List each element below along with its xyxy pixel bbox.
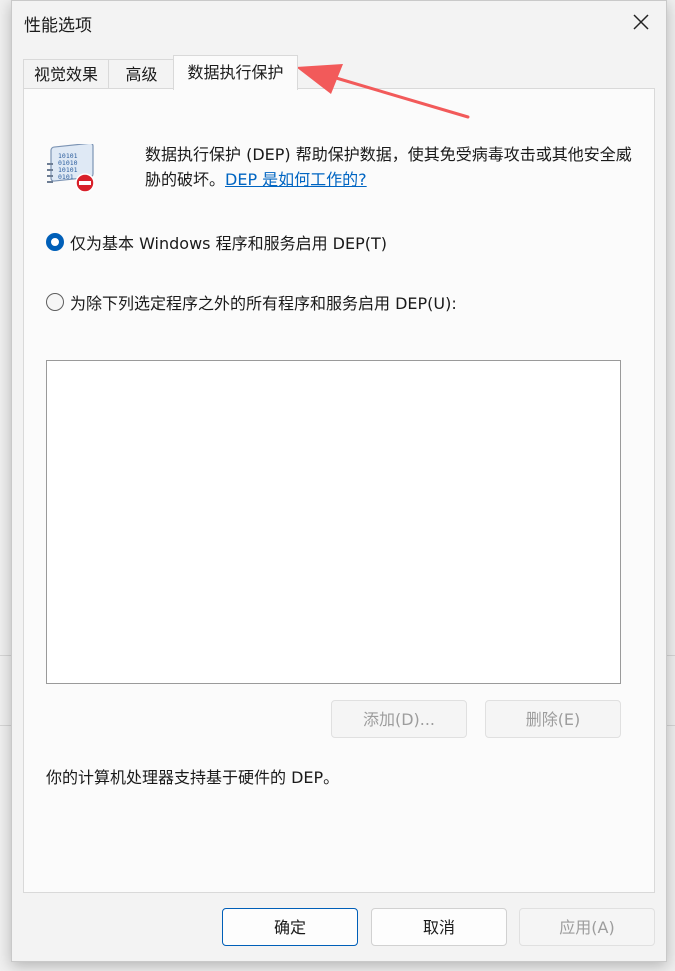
- dep-how-it-works-link[interactable]: DEP 是如何工作的?: [225, 170, 367, 189]
- dep-shield-icon: 10101 01010 10101 0101: [47, 144, 95, 193]
- performance-options-dialog: 性能选项 视觉效果 高级 数据执行保护 10101 01010 10101 01…: [11, 0, 667, 962]
- radio-option-essential[interactable]: 仅为基本 Windows 程序和服务启用 DEP(T): [46, 230, 387, 254]
- remove-program-button[interactable]: 删除(E): [485, 700, 621, 738]
- add-program-button[interactable]: 添加(D)...: [331, 700, 467, 738]
- excluded-programs-list[interactable]: [46, 360, 621, 684]
- ok-button[interactable]: 确定: [222, 908, 358, 946]
- apply-button[interactable]: 应用(A): [519, 908, 655, 946]
- cancel-button[interactable]: 取消: [371, 908, 507, 946]
- close-icon: [633, 14, 649, 30]
- svg-text:0101: 0101: [58, 173, 74, 181]
- title-bar: 性能选项: [12, 1, 666, 45]
- dep-description: 数据执行保护 (DEP) 帮助保护数据，使其免受病毒攻击或其他安全威胁的破坏。D…: [145, 142, 635, 192]
- close-button[interactable]: [614, 1, 666, 45]
- tab-data-execution-prevention[interactable]: 数据执行保护: [173, 55, 298, 90]
- radio-option-all-except-label: 为除下列选定程序之外的所有程序和服务启用 DEP(U):: [70, 294, 457, 313]
- hardware-dep-status: 你的计算机处理器支持基于硬件的 DEP。: [46, 768, 340, 787]
- dialog-title: 性能选项: [24, 16, 92, 36]
- dep-description-text: 数据执行保护 (DEP) 帮助保护数据，使其免受病毒攻击或其他安全威胁的破坏。: [145, 145, 632, 189]
- tab-advanced[interactable]: 高级: [108, 59, 175, 90]
- radio-selected-indicator[interactable]: [46, 233, 64, 251]
- radio-option-all-except[interactable]: 为除下列选定程序之外的所有程序和服务启用 DEP(U):: [46, 290, 457, 314]
- radio-option-essential-label: 仅为基本 Windows 程序和服务启用 DEP(T): [70, 234, 388, 253]
- tab-visual-effects[interactable]: 视觉效果: [23, 59, 109, 90]
- radio-unselected-indicator[interactable]: [46, 293, 64, 311]
